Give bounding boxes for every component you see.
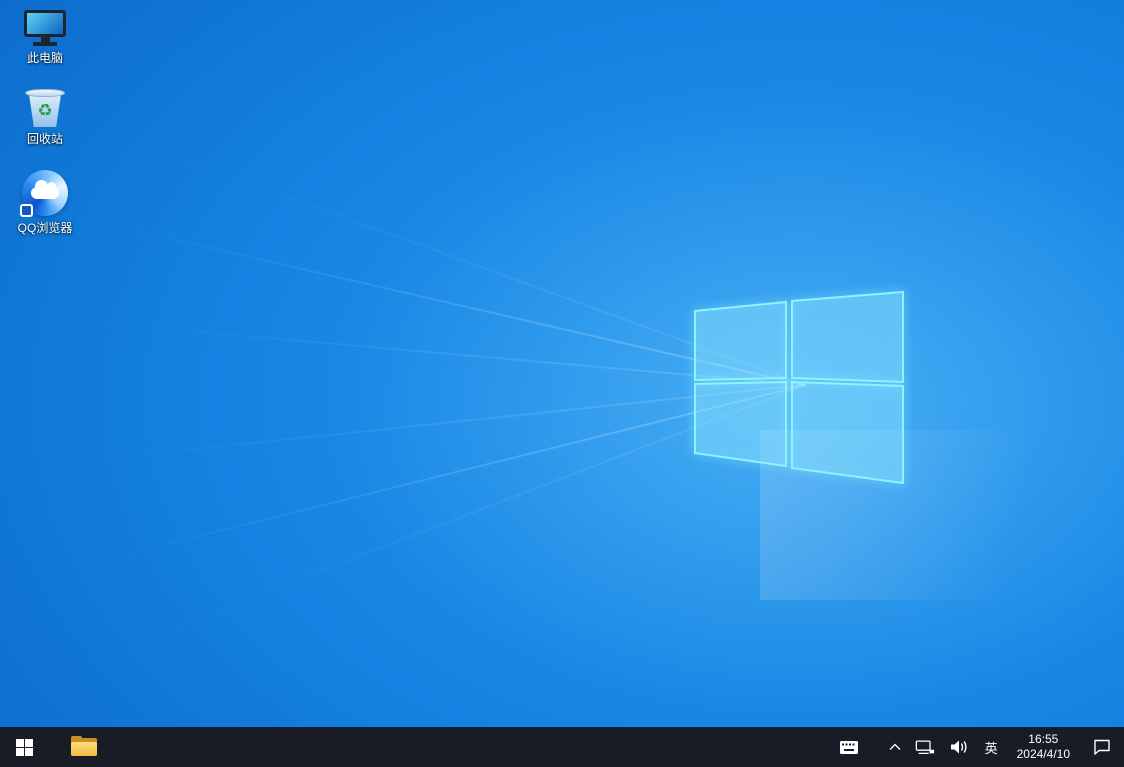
desktop-icon-label: 回收站 [27,132,63,146]
clock-time: 16:55 [1028,732,1058,747]
desktop-icon-this-pc[interactable]: 此电脑 [6,10,84,65]
taskbar-clock[interactable]: 16:55 2024/4/10 [1007,727,1080,767]
desktop-icon-label: QQ浏览器 [18,221,73,235]
desktop-icon-qq-browser[interactable]: QQ浏览器 [6,170,84,235]
action-center-icon [1093,739,1111,755]
light-beam [11,95,806,386]
windows-start-icon [16,739,33,756]
chevron-up-icon [889,743,901,751]
qq-browser-icon [22,170,68,216]
clock-date: 2024/4/10 [1017,747,1070,762]
recycle-glyph: ♻ [37,102,52,119]
wallpaper-glow [0,0,1124,767]
recycle-bin-icon: ♻ [25,89,65,127]
system-tray: 英 16:55 2024/4/10 [832,727,1124,767]
volume-button[interactable] [942,727,976,767]
taskbar: 英 16:55 2024/4/10 [0,727,1124,767]
desktop-icon-recycle-bin[interactable]: ♻ 回收站 [6,89,84,146]
network-button[interactable] [908,727,942,767]
light-beam [0,384,805,590]
desktop: 此电脑 ♻ 回收站 QQ浏览器 [0,0,1124,767]
action-center-button[interactable] [1080,727,1124,767]
touch-keyboard-button[interactable] [832,727,866,767]
light-beam [0,384,805,474]
windows-logo-wallpaper [691,287,907,487]
light-beam [16,384,806,689]
file-explorer-button[interactable] [60,727,108,767]
desktop-icon-column: 此电脑 ♻ 回收站 QQ浏览器 [6,10,84,235]
qq-browser-badge [20,204,33,217]
light-beam [0,194,805,386]
touch-keyboard-icon [839,740,859,755]
this-pc-icon [24,10,66,46]
volume-icon [949,739,969,755]
show-hidden-icons-button[interactable] [882,727,908,767]
start-button[interactable] [0,727,48,767]
ethernet-icon [915,739,935,755]
desktop-icon-label: 此电脑 [27,51,63,65]
ime-label: 英 [985,738,998,757]
folder-icon [71,737,97,757]
ime-indicator[interactable]: 英 [976,727,1007,767]
light-wedge [760,430,1124,600]
light-beam [0,310,805,386]
